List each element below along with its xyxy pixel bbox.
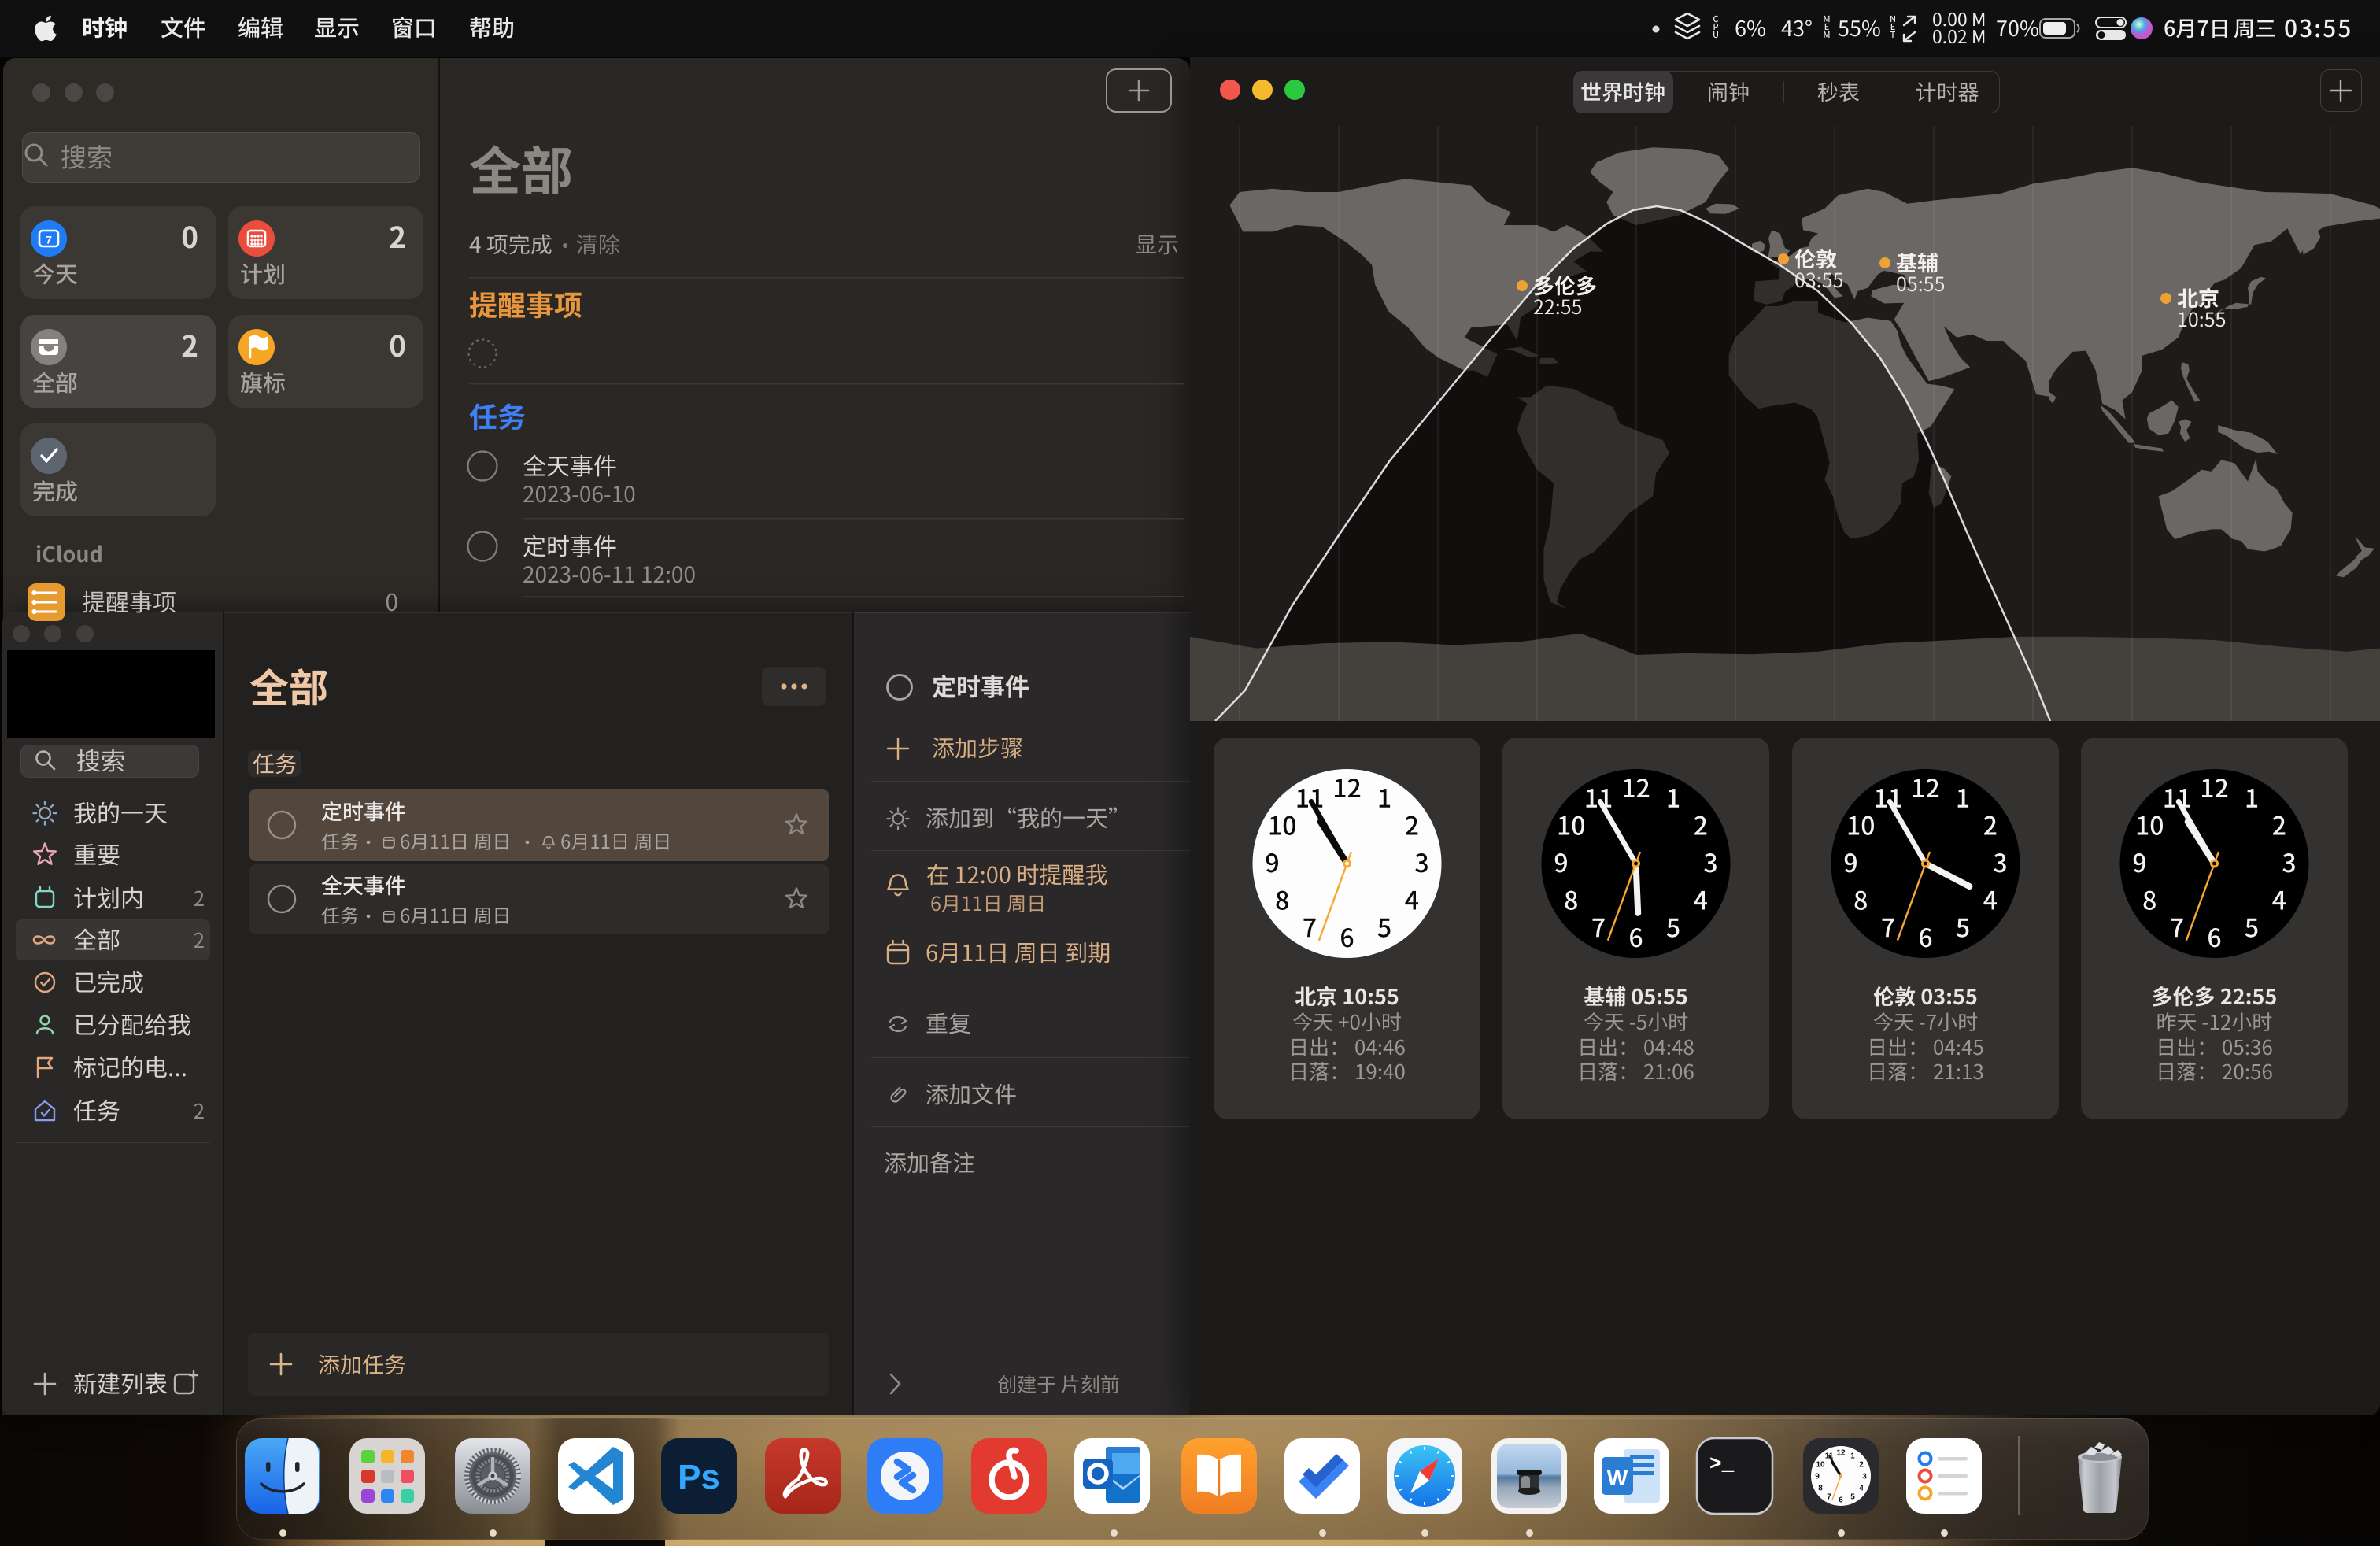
svg-text:7: 7 (46, 234, 52, 246)
